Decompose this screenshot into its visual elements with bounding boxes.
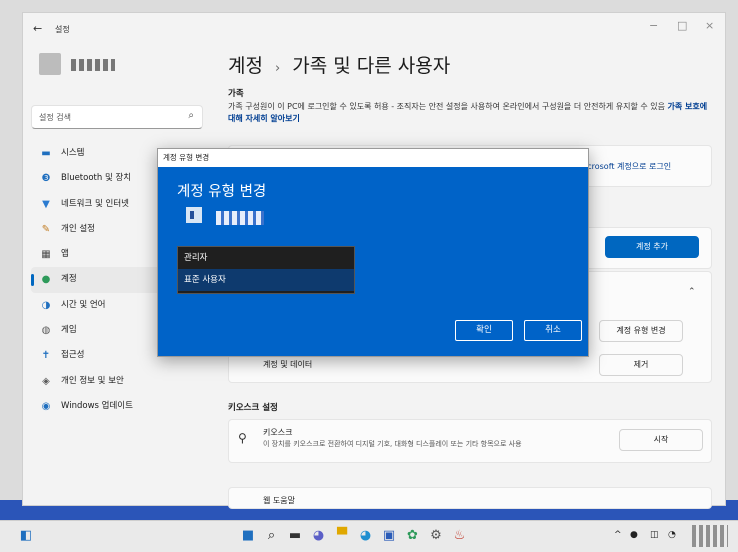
add-account-button[interactable]: 계정 추가: [605, 236, 699, 258]
privacy-icon: ◈: [42, 375, 50, 387]
sidebar-item-label: 앱: [61, 249, 69, 260]
windows-update-icon: ◉: [41, 400, 51, 412]
tray-status-icon[interactable]: ●: [630, 530, 638, 540]
option-standard-user[interactable]: 표준 사용자: [178, 269, 354, 291]
sidebar-item-label: 접근성: [61, 350, 85, 361]
tray-overflow-icon[interactable]: ^: [614, 530, 622, 540]
web-help-label[interactable]: 웹 도움말: [263, 495, 295, 506]
network-icon: ▼: [42, 198, 50, 210]
accessibility-icon: ✝: [41, 350, 51, 362]
change-account-type-button[interactable]: 계정 유형 변경: [599, 320, 683, 342]
widgets-icon[interactable]: ◧: [18, 528, 34, 544]
help-card: [228, 487, 712, 509]
accounts-icon: ●: [41, 274, 51, 286]
dialog-caption: 계정 유형 변경: [158, 149, 588, 167]
settings-search[interactable]: 설정 검색 ⌕: [31, 105, 203, 129]
family-description: 가족 구성원이 이 PC에 로그인할 수 있도록 허용 - 조직자는 안전 설정…: [228, 101, 708, 125]
bluetooth-icon: ❸: [41, 173, 51, 185]
user-icon: [186, 207, 202, 223]
kiosk-heading: 키오스크 설정: [228, 403, 278, 413]
account-type-dropdown[interactable]: 관리자 표준 사용자: [177, 246, 355, 294]
time-language-icon: ◑: [41, 299, 51, 311]
personalization-icon: ✎: [41, 223, 51, 235]
sidebar-item-label: 개인 설정: [61, 223, 95, 234]
chat-icon[interactable]: ◕: [311, 528, 327, 544]
system-icon: ▬: [41, 148, 51, 159]
search-icon: ⌕: [188, 110, 194, 121]
settings-icon[interactable]: ⚙: [428, 528, 444, 544]
start-icon[interactable]: ■: [240, 528, 256, 544]
ok-button[interactable]: 확인: [455, 320, 513, 341]
kiosk-start-button[interactable]: 시작: [619, 429, 703, 451]
dialog-heading: 계정 유형 변경: [177, 184, 267, 200]
search-icon[interactable]: ⌕: [264, 528, 280, 544]
store-icon[interactable]: ▣: [381, 528, 397, 544]
kiosk-title: 키오스크: [263, 428, 293, 437]
sidebar-item-label: 계정: [61, 274, 77, 285]
task-view-icon[interactable]: ▬: [287, 528, 303, 544]
minimize-button[interactable]: −: [649, 19, 658, 32]
breadcrumb-parent[interactable]: 계정: [228, 55, 263, 77]
chevron-up-icon[interactable]: ⌃: [688, 287, 696, 297]
search-input[interactable]: 설정 검색: [39, 112, 71, 123]
cancel-button[interactable]: 취소: [524, 320, 582, 341]
change-account-type-dialog: 계정 유형 변경 계정 유형 변경 관리자 표준 사용자 확인 취소: [157, 148, 589, 357]
page-title: 계정 › 가족 및 다른 사용자: [228, 51, 450, 78]
kiosk-icon: ⚲: [238, 431, 247, 445]
edge-icon[interactable]: ◕: [358, 528, 374, 544]
close-button[interactable]: ×: [705, 19, 714, 32]
avatar: [39, 53, 61, 75]
app-title: 설정: [55, 25, 70, 34]
sidebar-item[interactable]: ◈ 개인 정보 및 보안: [31, 369, 211, 394]
network-icon[interactable]: ◫: [650, 530, 659, 540]
maximize-button[interactable]: □: [677, 19, 687, 32]
sidebar-item-label: Bluetooth 및 장치: [61, 173, 132, 184]
title-bar: ← 설정 − □ ×: [23, 13, 725, 43]
sidebar-item-label: 시간 및 언어: [61, 299, 106, 310]
back-arrow-icon[interactable]: ←: [33, 22, 42, 35]
breadcrumb-separator: ›: [275, 61, 281, 76]
account-data-label: 계정 및 데이터: [263, 360, 313, 369]
sidebar-item-label: 네트워크 및 인터넷: [61, 198, 129, 209]
kiosk-description: 이 장치를 키오스크로 전환하여 디지털 기호, 대화형 디스플레이 또는 기타…: [263, 440, 522, 448]
volume-icon[interactable]: ◔: [668, 530, 676, 540]
option-administrator[interactable]: 관리자: [178, 247, 354, 269]
family-desc-text: 가족 구성원이 이 PC에 로그인할 수 있도록 허용 - 조직자는 안전 설정…: [228, 102, 665, 111]
file-explorer-icon[interactable]: ▀: [334, 528, 350, 544]
user-name-redacted: [71, 59, 115, 71]
clock-redacted[interactable]: [692, 525, 728, 547]
sidebar-item-label: 게임: [61, 325, 77, 336]
remove-button[interactable]: 제거: [599, 354, 683, 376]
ms-account-login-link[interactable]: icrosoft 계정으로 로그인: [585, 161, 671, 172]
breadcrumb-current: 가족 및 다른 사용자: [292, 55, 451, 77]
apps-icon: ▦: [41, 249, 51, 261]
sidebar-item-label: 개인 정보 및 보안: [61, 375, 124, 386]
family-heading: 가족: [228, 89, 244, 99]
app-icon[interactable]: ✿: [405, 528, 421, 544]
gaming-icon: ◍: [41, 325, 51, 337]
sidebar-item-label: Windows 업데이트: [61, 400, 133, 411]
sidebar-item[interactable]: ◉ Windows 업데이트: [31, 394, 211, 419]
taskbar: ◧ ■ ⌕ ▬ ◕ ▀ ◕ ▣ ✿ ⚙ ♨ ^ ● ◫ ◔: [0, 520, 738, 552]
dialog-user-name-redacted: [216, 211, 264, 225]
sidebar-item-label: 시스템: [61, 148, 85, 158]
paint-icon[interactable]: ♨: [452, 528, 468, 544]
